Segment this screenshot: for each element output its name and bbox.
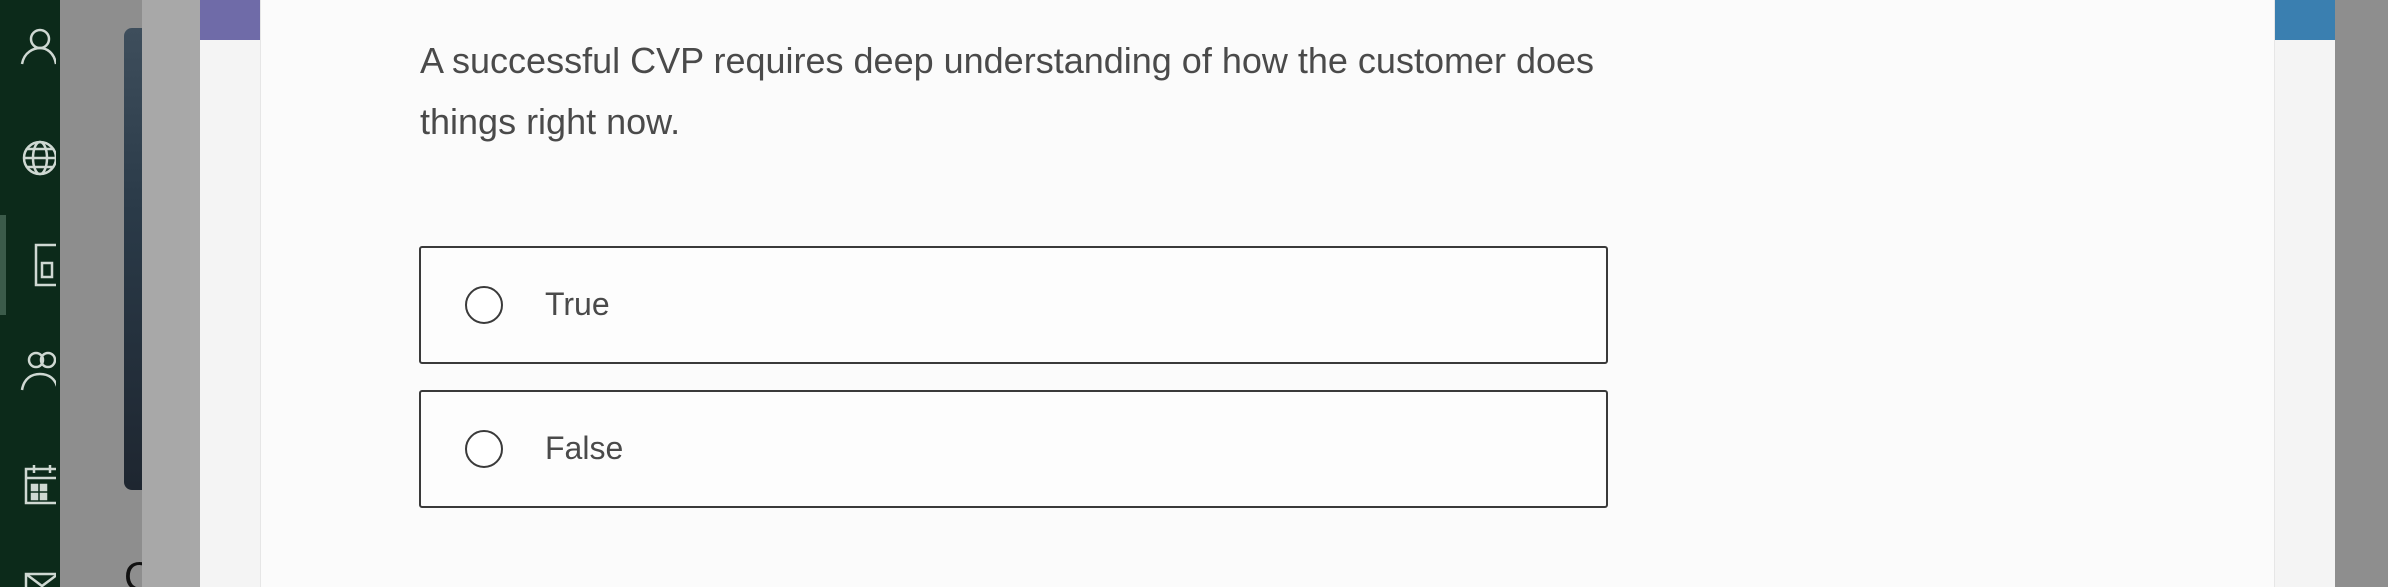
radio-button-icon[interactable] <box>465 430 503 468</box>
answer-option-label: True <box>545 286 610 322</box>
person-icon[interactable] <box>16 26 56 66</box>
people-icon[interactable] <box>16 351 56 392</box>
gradebook-icon[interactable] <box>16 243 56 287</box>
answer-option-label: False <box>545 430 624 466</box>
answer-option-false[interactable]: False <box>419 390 1608 508</box>
question-text: A successful CVP requires deep understan… <box>420 40 1595 142</box>
answer-option-true[interactable]: True <box>419 246 1608 364</box>
messages-icon[interactable] <box>16 565 56 587</box>
radio-button-icon[interactable] <box>465 286 503 324</box>
app-nav-rail <box>0 0 60 587</box>
modal-accent-left <box>200 0 260 40</box>
nav-active-indicator <box>0 215 6 315</box>
modal-accent-right <box>2272 0 2335 40</box>
calendar-icon[interactable] <box>16 465 56 505</box>
globe-icon[interactable] <box>16 138 56 178</box>
background-strip <box>142 0 200 587</box>
